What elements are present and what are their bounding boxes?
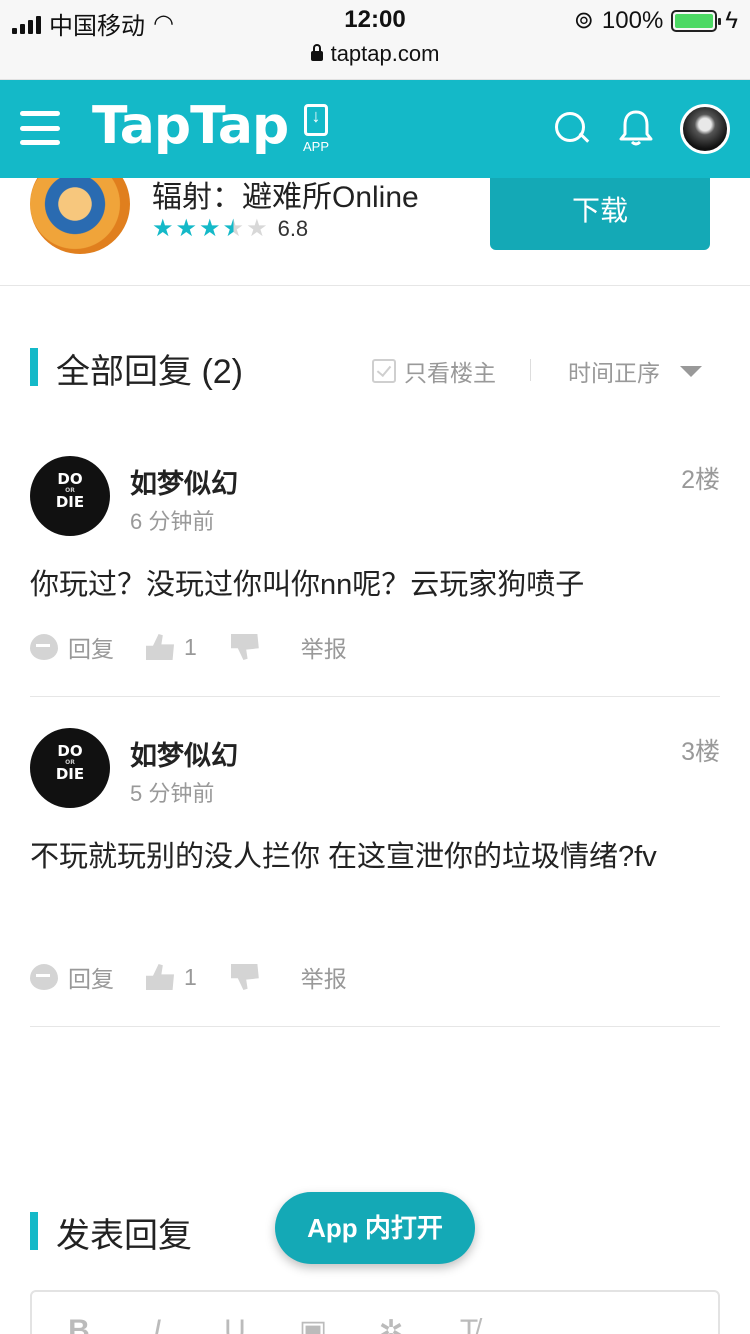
only-op-toggle[interactable]: 只看楼主: [372, 354, 496, 388]
comment-icon: [30, 634, 58, 660]
reply-item: DO OR DIE 如梦似幻 6 分钟前 2楼 你玩过？没玩过你叫你nn呢？云玩…: [30, 456, 720, 697]
like-count: 1: [184, 633, 197, 660]
reply-content: 不玩就玩别的没人拦你 在这宣泄你的垃圾情绪?fv: [30, 841, 657, 873]
avatar-text-top: DO: [57, 742, 83, 760]
emoji-button[interactable]: ✲: [374, 1314, 408, 1334]
report-label: 举报: [300, 966, 347, 992]
replies-header: 全部回复 (2) 只看楼主 时间正序: [30, 344, 720, 391]
lock-icon: [310, 44, 323, 61]
rotation-lock-icon: ⊚: [573, 7, 594, 34]
reply-floor: 2楼: [681, 466, 720, 494]
reply-item: DO OR DIE 如梦似幻 5 分钟前 3楼 不玩就玩别的没人拦你 在这宣泄你…: [30, 728, 720, 1027]
report-button[interactable]: 举报: [301, 630, 347, 664]
battery-icon: [671, 9, 722, 32]
reply-author[interactable]: 如梦似幻: [130, 462, 238, 501]
reply-content: 你玩过？没玩过你叫你nn呢？云玩家狗喷子: [30, 569, 585, 601]
url-text: taptap.com: [330, 41, 440, 66]
divider: [530, 359, 531, 381]
replies-title: 全部回复 (2): [56, 353, 243, 391]
italic-button[interactable]: I: [140, 1314, 174, 1334]
avatar[interactable]: DO OR DIE: [30, 728, 110, 808]
reply-floor: 3楼: [681, 738, 720, 766]
menu-icon[interactable]: [20, 111, 60, 145]
thumbs-down-icon: [230, 964, 259, 990]
checkbox-icon[interactable]: [372, 359, 396, 383]
battery-percent: 100%: [601, 6, 664, 34]
avatar-text-bottom: DIE: [55, 765, 85, 783]
half-star-icon: ★: [222, 215, 245, 242]
app-download-button[interactable]: APP: [296, 104, 336, 154]
star-empty-icon: ★: [246, 215, 268, 242]
thumbs-up-icon: [146, 634, 174, 660]
address-bar[interactable]: taptap.com: [0, 40, 750, 80]
bold-button[interactable]: B: [62, 1314, 96, 1334]
sort-label: 时间正序: [568, 360, 660, 386]
game-icon[interactable]: [30, 178, 130, 254]
battery-group: ⊚ 100% ϟ: [574, 6, 738, 35]
dislike-button[interactable]: [230, 634, 259, 660]
avatar-text-top: DO: [57, 470, 83, 488]
reply-actions: 回复 1 举报: [30, 630, 347, 664]
phone-download-icon: [304, 104, 328, 136]
report-label: 举报: [300, 636, 347, 662]
like-count: 1: [184, 963, 197, 990]
avatar[interactable]: DO OR DIE: [30, 456, 110, 536]
app-label: APP: [302, 139, 329, 154]
open-in-app-button[interactable]: App 内打开: [275, 1192, 475, 1264]
clear-format-button[interactable]: T̸: [452, 1314, 486, 1334]
avatar-text-bottom: DIE: [55, 493, 85, 511]
underline-button[interactable]: U: [218, 1314, 252, 1334]
compose-title: 发表回复: [56, 1217, 192, 1255]
section-accent-bar: [30, 1212, 38, 1250]
charging-icon: ϟ: [725, 6, 738, 34]
bell-icon[interactable]: [618, 108, 654, 148]
reply-actions: 回复 1 举报: [30, 960, 347, 994]
download-button[interactable]: 下载: [490, 178, 710, 250]
rating-stars: ★ ★ ★ ★ ★ 6.8: [152, 214, 308, 243]
reply-time: 6 分钟前: [130, 509, 215, 534]
comment-icon: [30, 964, 58, 990]
search-icon[interactable]: [555, 112, 587, 144]
app-header: TapTap APP: [0, 80, 750, 178]
thumbs-down-icon: [230, 634, 259, 660]
reply-label: 回复: [68, 636, 114, 662]
reply-label: 回复: [68, 966, 114, 992]
reply-author[interactable]: 如梦似幻: [130, 734, 238, 773]
star-icon: ★: [175, 215, 198, 242]
reply-button[interactable]: 回复: [30, 630, 114, 664]
sort-dropdown[interactable]: 时间正序: [568, 354, 702, 388]
caret-down-icon: [680, 365, 702, 377]
like-button[interactable]: 1: [146, 634, 197, 661]
reply-time: 5 分钟前: [130, 781, 215, 806]
game-card: 辐射：避难所Online ★ ★ ★ ★ ★ 6.8 下载: [0, 178, 750, 286]
taptap-logo[interactable]: TapTap: [92, 96, 289, 156]
dislike-button[interactable]: [230, 964, 259, 990]
section-accent-bar: [30, 348, 38, 386]
reply-editor[interactable]: B I U ▣ ✲ T̸: [30, 1290, 720, 1334]
rating-value: 6.8: [277, 215, 309, 241]
status-bar: 中国移动 ◠ 12:00 ⊚ 100% ϟ: [0, 0, 750, 40]
report-button[interactable]: 举报: [301, 960, 347, 994]
game-title[interactable]: 辐射：避难所Online: [152, 178, 452, 216]
only-op-label: 只看楼主: [404, 360, 496, 386]
reply-button[interactable]: 回复: [30, 960, 114, 994]
image-button[interactable]: ▣: [296, 1314, 330, 1334]
star-icon: ★: [199, 215, 221, 242]
like-button[interactable]: 1: [146, 964, 197, 991]
editor-toolbar: B I U ▣ ✲ T̸: [62, 1314, 486, 1334]
user-avatar[interactable]: [680, 104, 730, 154]
star-icon: ★: [152, 215, 174, 242]
thumbs-up-icon: [146, 964, 174, 990]
